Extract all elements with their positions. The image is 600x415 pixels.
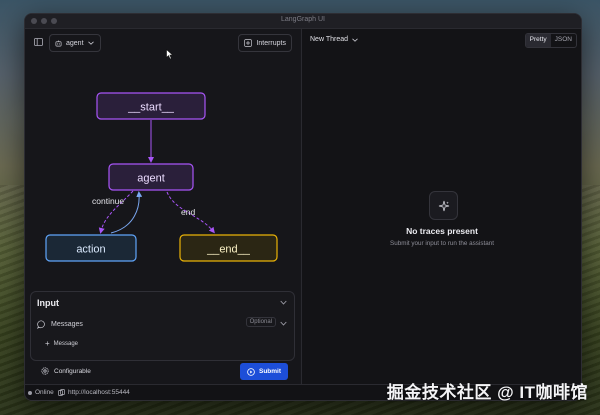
agent-selector-label: agent: [66, 39, 84, 47]
optional-badge: Optional: [245, 317, 276, 327]
message-bubble-icon: [37, 319, 45, 329]
view-toggle: Pretty JSON: [524, 33, 577, 48]
view-toggle-pretty[interactable]: Pretty: [525, 34, 551, 47]
graph-toolbar: agent Interrupts: [25, 29, 300, 55]
expand-messages-icon[interactable]: [280, 319, 287, 328]
mouse-cursor-icon: [166, 47, 174, 65]
node-action[interactable]: action: [45, 234, 137, 262]
status-dot-icon: [28, 390, 32, 395]
plus-icon: +: [45, 339, 50, 348]
window-title: LangGraph UI: [281, 16, 325, 23]
node-end-label: __end__: [206, 244, 251, 256]
online-label: Online: [35, 389, 54, 396]
link-icon: [58, 389, 65, 396]
submit-label: Submit: [258, 368, 282, 375]
thread-label: New Thread: [310, 36, 349, 43]
empty-state-title: No traces present: [406, 226, 478, 236]
empty-state-subtitle: Submit your input to run the assistant: [390, 240, 494, 247]
node-agent[interactable]: agent: [108, 163, 194, 191]
chevron-down-icon: [352, 38, 358, 42]
graph-panel: agent Interrupts continue end __start__ …: [25, 29, 300, 384]
online-status: Online: [28, 389, 54, 396]
sparkle-icon: [429, 191, 458, 220]
node-action-label: action: [76, 244, 105, 256]
input-title: Input: [37, 298, 59, 308]
app-window: LangGraph UI agent Interrupts continue e…: [24, 13, 582, 401]
host-address[interactable]: http://localhost:55444: [58, 389, 130, 396]
host-label: http://localhost:55444: [68, 389, 130, 396]
input-actions-bar: Configurable Submit: [25, 360, 300, 384]
agent-selector[interactable]: agent: [49, 34, 101, 52]
view-toggle-json[interactable]: JSON: [551, 34, 576, 47]
configurable-label: Configurable: [54, 367, 91, 375]
graph-canvas[interactable]: continue end __start__ agent action __en…: [25, 55, 300, 287]
collapse-input-icon[interactable]: [280, 298, 287, 307]
trace-panel: New Thread Pretty JSON No traces present…: [301, 29, 581, 384]
gear-icon: [41, 367, 49, 375]
node-start-label: __start__: [127, 102, 175, 114]
node-end[interactable]: __end__: [179, 234, 278, 262]
agent-icon: [55, 39, 62, 46]
node-agent-label: agent: [137, 173, 165, 185]
configurable-button[interactable]: Configurable: [41, 367, 91, 375]
edge-label-continue: continue: [92, 196, 124, 206]
submit-button[interactable]: Submit: [240, 363, 288, 380]
interrupts-icon: [244, 39, 253, 47]
add-message-label: Message: [53, 340, 79, 347]
thread-selector[interactable]: New Thread: [310, 36, 358, 43]
watermark: 掘金技术社区 @ IT咖啡馆: [386, 383, 588, 402]
node-start[interactable]: __start__: [96, 92, 206, 120]
title-bar: LangGraph UI: [25, 14, 581, 29]
edge-label-end: end: [181, 207, 195, 217]
messages-label: Messages: [51, 320, 83, 328]
chevron-down-icon: [87, 41, 94, 45]
add-message-button[interactable]: + Message: [45, 339, 78, 348]
interrupts-label: Interrupts: [256, 39, 286, 47]
interrupts-button[interactable]: Interrupts: [238, 34, 292, 52]
sidebar-toggle-icon[interactable]: [31, 35, 45, 49]
input-panel: Input Messages Optional + Message: [30, 291, 295, 361]
play-icon: [247, 367, 255, 376]
